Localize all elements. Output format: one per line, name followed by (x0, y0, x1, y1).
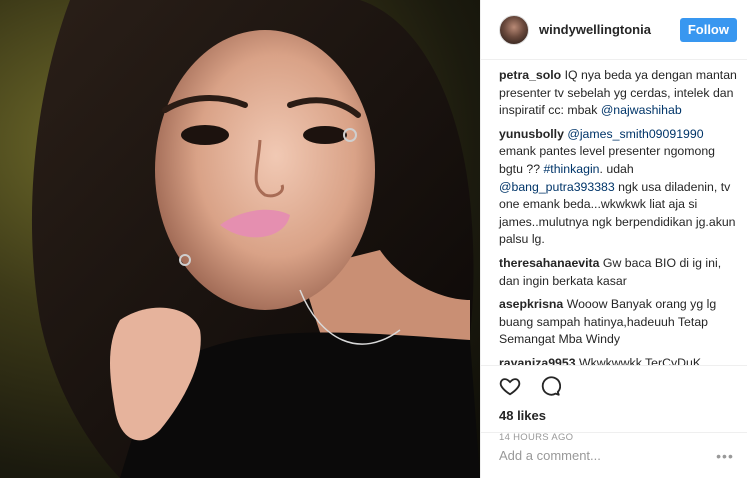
post-photo[interactable] (0, 0, 480, 478)
more-options-icon[interactable]: ••• (715, 448, 735, 464)
comment-mention-link[interactable]: @bang_putra393383 (499, 180, 615, 194)
follow-button[interactable]: Follow (679, 17, 737, 42)
instagram-post: windywellingtonia Follow petra_solo IQ n… (0, 0, 747, 478)
add-comment-bar: ••• (481, 432, 747, 478)
comment-username[interactable]: yunusbolly (499, 127, 564, 141)
heart-icon[interactable] (499, 375, 521, 397)
comment-item: rayaniza9953 Wkwkwwkk TerCyDuK ... (499, 355, 737, 365)
comment-username[interactable]: asepkrisna (499, 297, 563, 311)
comment-mention-link[interactable]: #thinkagin (543, 162, 599, 176)
post-sidebar: windywellingtonia Follow petra_solo IQ n… (480, 0, 747, 478)
comment-username[interactable]: theresahanaevita (499, 256, 599, 270)
comment-item: yunusbolly @james_smith09091990 emank pa… (499, 126, 737, 249)
post-header: windywellingtonia Follow (481, 0, 747, 60)
comment-text: Wkwkwwkk TerCyDuK ... (579, 355, 715, 365)
username-link[interactable]: windywellingtonia (539, 22, 680, 37)
comment-username[interactable]: rayaniza9953 (499, 356, 576, 365)
comment-username[interactable]: petra_solo (499, 68, 561, 82)
comment-icon[interactable] (539, 375, 562, 397)
comment-item: asepkrisna Wooow Banyak orang yg lg buan… (499, 296, 737, 349)
comment-item: petra_solo IQ nya beda ya dengan mantan … (499, 67, 737, 120)
avatar[interactable] (499, 14, 529, 45)
likes-count[interactable]: 48 likes (499, 408, 729, 423)
comment-text: . udah (599, 161, 634, 176)
comment-mention-link[interactable]: @najwashihab (601, 103, 682, 117)
portrait-image (31, 0, 480, 478)
comments-list[interactable]: petra_solo IQ nya beda ya dengan mantan … (481, 61, 747, 365)
comment-input[interactable] (499, 448, 715, 463)
comment-item: theresahanaevita Gw baca BIO di ig ini, … (499, 255, 737, 290)
comment-mention-link[interactable]: @james_smith09091990 (567, 127, 703, 141)
